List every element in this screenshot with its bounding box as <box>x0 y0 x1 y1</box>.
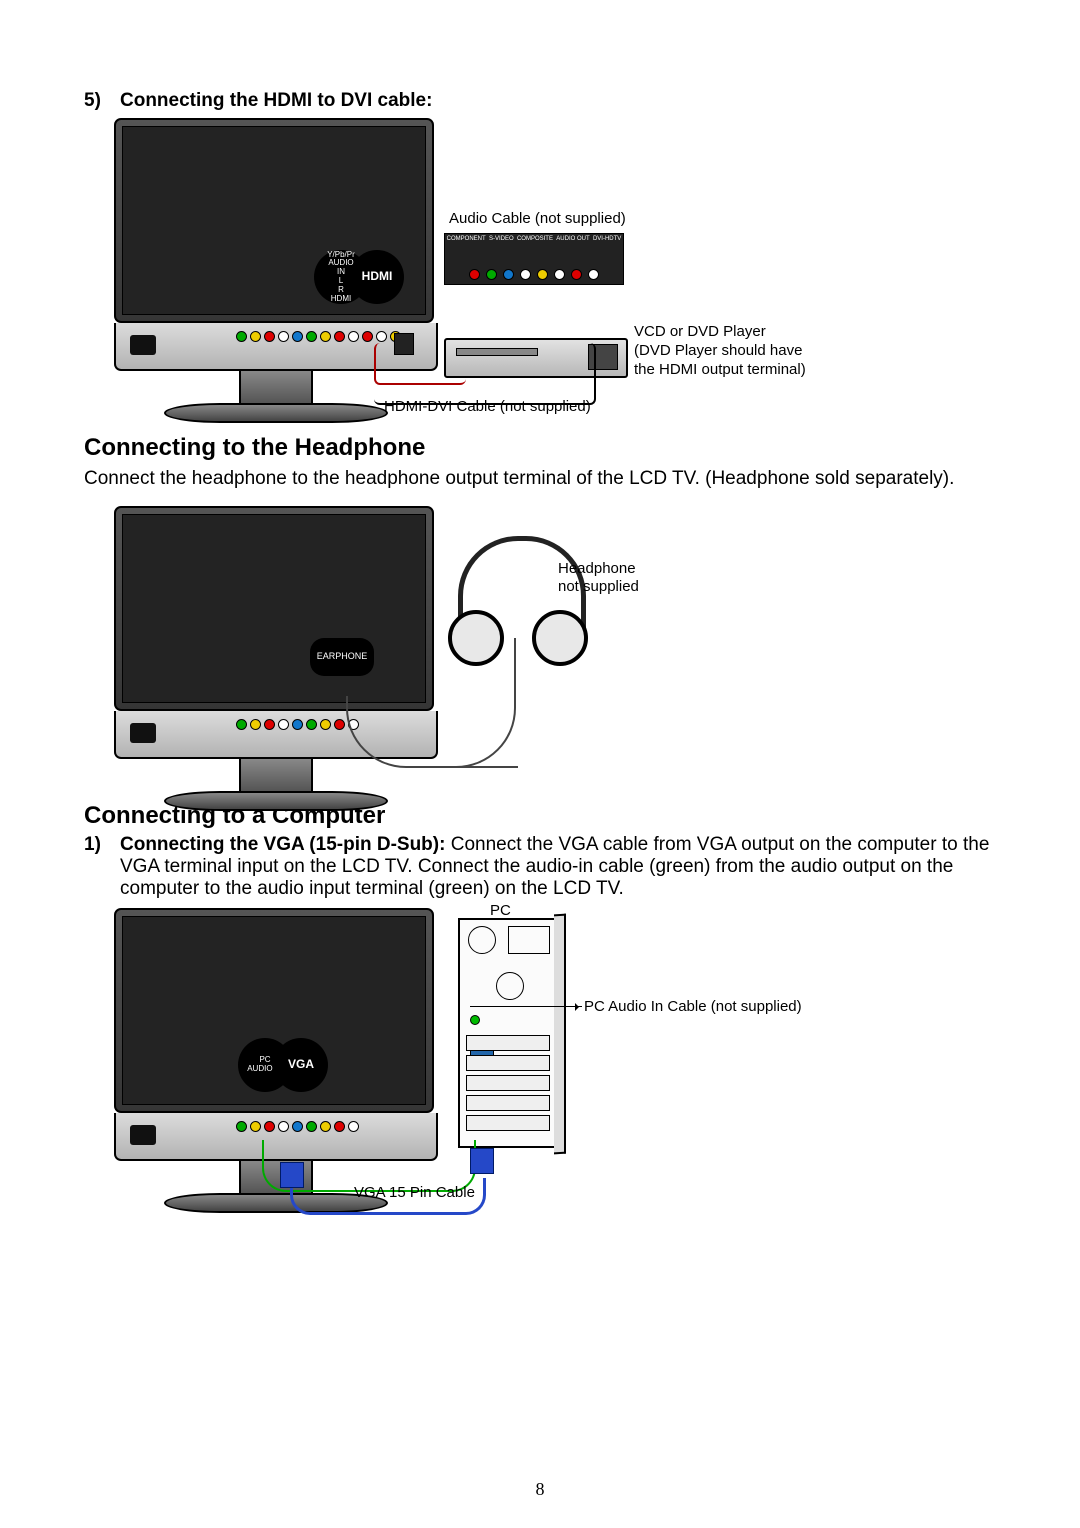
panel-label-component: COMPONENT <box>447 236 486 242</box>
hdmi-port-bubble: HDMI <box>350 250 404 304</box>
rear-panel-closeup: COMPONENT S-VIDEO COMPOSITE AUDIO OUT DV… <box>444 233 624 285</box>
caption-dvd-player: VCD or DVD Player (DVD Player should hav… <box>634 323 806 379</box>
caption-pc: PC <box>490 902 511 919</box>
vga-port-bubble: VGA <box>274 1038 328 1092</box>
figure-hdmi-dvi: Y/Pb/Pr AUDIO IN L R HDMI HDMI Audio Cab… <box>114 118 1004 418</box>
figure-computer: PC AUDIO IN VGA PC PC Audio In Cable (no… <box>114 908 1004 1218</box>
computer-item-lead: Connecting the VGA (15-pin D-Sub): <box>120 834 445 855</box>
section5-heading: 5) Connecting the HDMI to DVI cable: <box>84 90 1002 112</box>
panel-label-audioout: AUDIO OUT <box>556 236 589 242</box>
panel-label-composite: COMPOSITE <box>517 236 553 242</box>
panel-label-dvihdtv: DVI-HDTV <box>593 236 621 242</box>
manual-page: 5) Connecting the HDMI to DVI cable: Y/P… <box>0 0 1080 1528</box>
section5-title: Connecting the HDMI to DVI cable: <box>120 90 432 112</box>
earphone-port-bubble: EARPHONE <box>310 638 374 676</box>
pc-tower-illustration <box>458 918 558 1148</box>
section5-number: 5) <box>84 90 106 112</box>
audio-leader-line <box>470 1006 582 1007</box>
page-number: 8 <box>0 1479 1080 1500</box>
headphone-body: Connect the headphone to the headphone o… <box>84 466 1002 492</box>
vga-plug-icon <box>470 1148 494 1174</box>
headphone-title: Connecting to the Headphone <box>84 434 1002 462</box>
caption-hdmi-cable: HDMI-DVI Cable (not supplied) <box>384 398 591 415</box>
caption-pc-audio-cable: PC Audio In Cable (not supplied) <box>584 998 802 1015</box>
hdmi-wire <box>374 343 596 405</box>
computer-item-1: 1) Connecting the VGA (15-pin D-Sub): Co… <box>84 834 1002 900</box>
caption-vga-cable: VGA 15 Pin Cable <box>354 1184 475 1201</box>
computer-item-number: 1) <box>84 834 106 900</box>
figure-headphone: EARPHONE Headphone not supplied <box>114 506 794 786</box>
panel-label-svideo: S-VIDEO <box>489 236 514 242</box>
caption-audio-cable: Audio Cable (not supplied) <box>449 210 626 227</box>
caption-headphone: Headphone not supplied <box>558 560 639 598</box>
vga-plug-icon <box>280 1162 304 1188</box>
